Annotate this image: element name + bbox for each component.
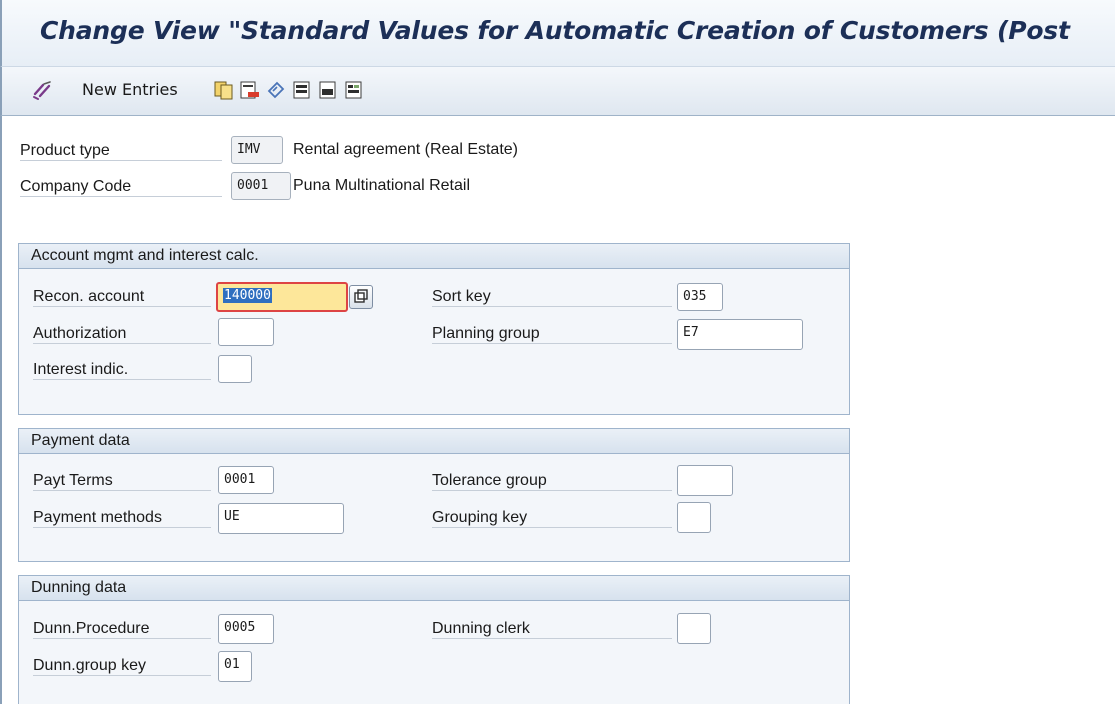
- dunning-data-group: Dunning data: [18, 575, 850, 704]
- delete-icon[interactable]: [239, 79, 261, 101]
- dunning-clerk-label: Dunning clerk: [432, 620, 672, 639]
- window-title: Change View "Standard Values for Automat…: [40, 16, 1070, 45]
- payt-terms-field[interactable]: 0001: [218, 466, 274, 494]
- authorization-label: Authorization: [33, 325, 211, 344]
- account-mgmt-group-title: Account mgmt and interest calc.: [19, 244, 849, 269]
- recon-account-match-button[interactable]: [349, 285, 373, 309]
- interest-indic-field[interactable]: [218, 355, 252, 383]
- payt-terms-label: Payt Terms: [33, 472, 211, 491]
- title-bar: Change View "Standard Values for Automat…: [0, 0, 1115, 66]
- tolerance-group-field[interactable]: [677, 465, 733, 496]
- copy-icon[interactable]: [213, 79, 235, 101]
- payment-methods-field[interactable]: UE: [218, 503, 344, 534]
- copy-value-icon: [354, 289, 368, 303]
- recon-account-value: 140000: [223, 288, 272, 303]
- dunn-group-key-label: Dunn.group key: [33, 657, 211, 676]
- interest-indic-label: Interest indic.: [33, 361, 211, 380]
- undo-icon[interactable]: [265, 79, 287, 101]
- company-code-description: Puna Multinational Retail: [293, 177, 470, 194]
- dunning-clerk-field[interactable]: [677, 613, 711, 644]
- tolerance-group-label: Tolerance group: [432, 472, 672, 491]
- product-type-description: Rental agreement (Real Estate): [293, 141, 518, 158]
- company-code-label: Company Code: [20, 178, 222, 197]
- product-type-label: Product type: [20, 142, 222, 161]
- recon-account-label: Recon. account: [33, 288, 211, 307]
- new-entries-button[interactable]: New Entries: [82, 80, 178, 99]
- company-code-field[interactable]: 0001: [231, 172, 291, 200]
- deselect-all-icon[interactable]: [343, 79, 365, 101]
- select-block-icon[interactable]: [317, 79, 339, 101]
- product-type-field[interactable]: IMV: [231, 136, 283, 164]
- grouping-key-field[interactable]: [677, 502, 711, 533]
- dunning-data-group-title: Dunning data: [19, 576, 849, 601]
- main-content: Product type IMV Rental agreement (Real …: [0, 116, 1115, 704]
- grouping-key-label: Grouping key: [432, 509, 672, 528]
- application-toolbar: New Entries: [0, 66, 1115, 116]
- authorization-field[interactable]: [218, 318, 274, 346]
- sort-key-label: Sort key: [432, 288, 672, 307]
- planning-group-label: Planning group: [432, 325, 672, 344]
- dunn-procedure-label: Dunn.Procedure: [33, 620, 211, 639]
- dunn-procedure-field[interactable]: 0005: [218, 614, 274, 644]
- payment-data-group-title: Payment data: [19, 429, 849, 454]
- planning-group-field[interactable]: E7: [677, 319, 803, 350]
- select-all-icon[interactable]: [291, 79, 313, 101]
- payment-methods-label: Payment methods: [33, 509, 211, 528]
- recon-account-field[interactable]: 140000: [216, 282, 348, 312]
- dunn-group-key-field[interactable]: 01: [218, 651, 252, 682]
- sort-key-field[interactable]: 035: [677, 283, 723, 311]
- edit-glasses-icon[interactable]: [32, 79, 54, 101]
